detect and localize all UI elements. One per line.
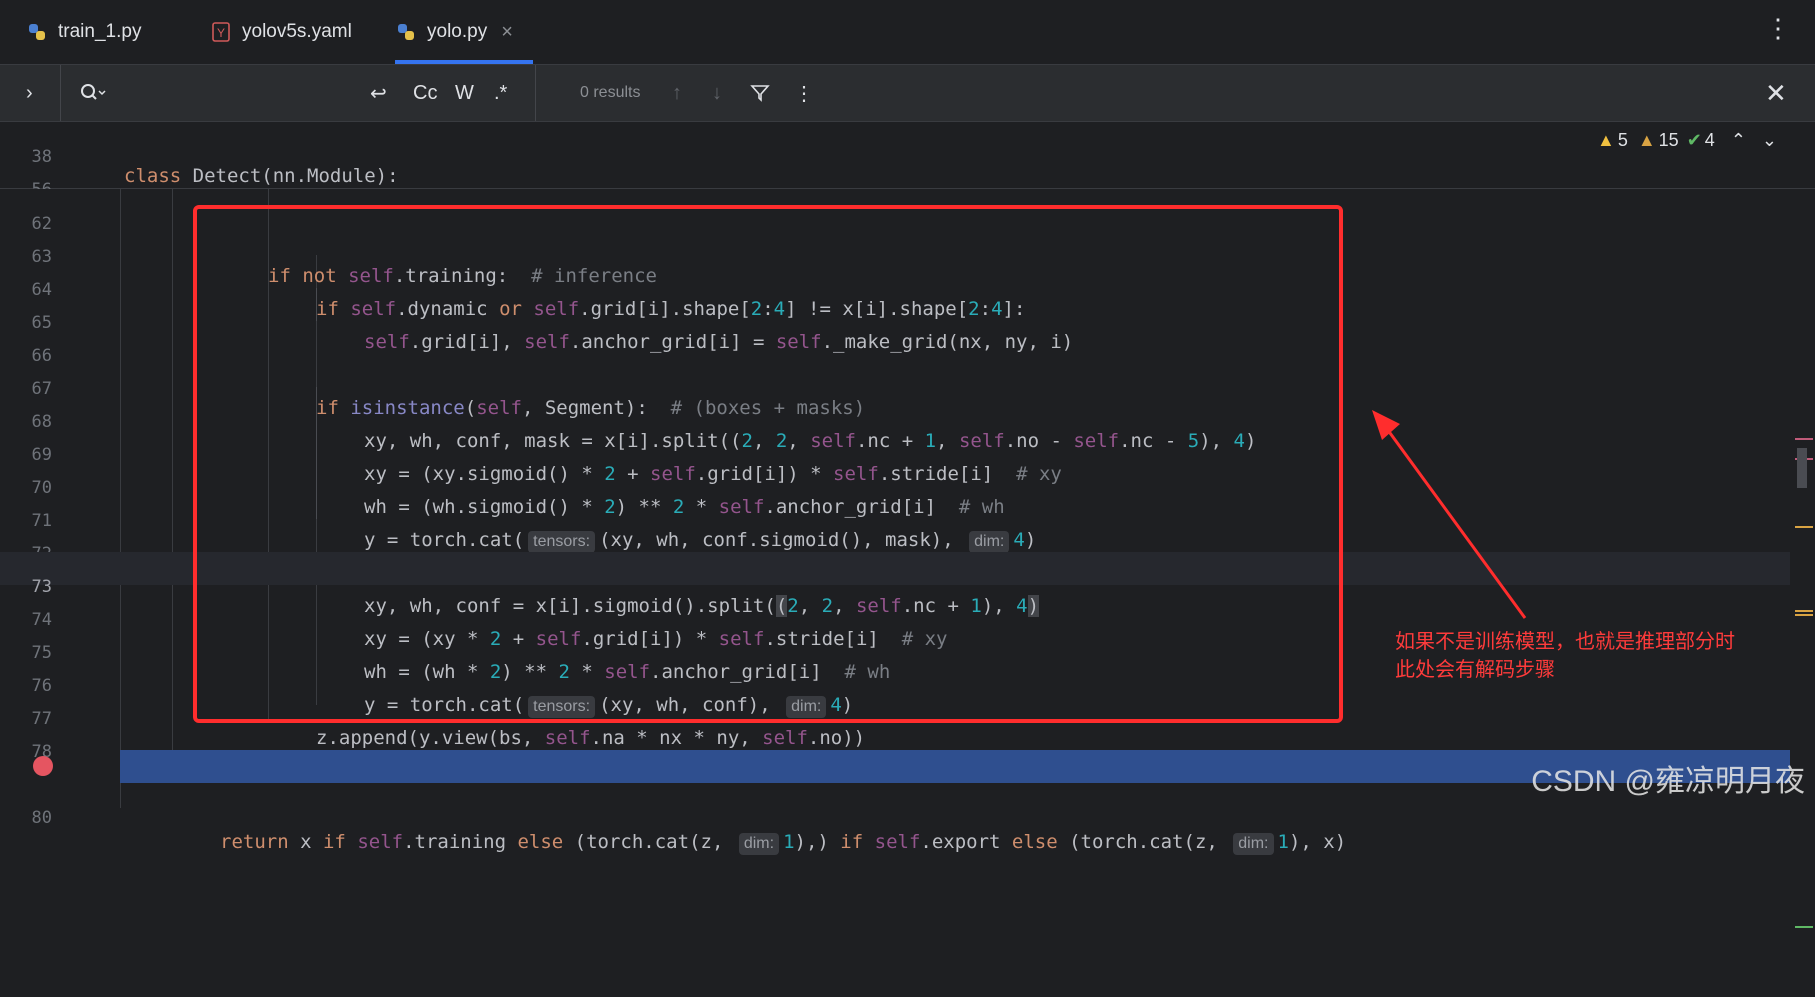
annotation-line-2: 此处会有解码步骤 xyxy=(1395,659,1555,681)
results-count: 0 results xyxy=(580,84,641,101)
tab-label: yolo.py xyxy=(427,21,488,42)
line-number: 80 xyxy=(31,808,52,828)
newline-icon[interactable]: ↩ xyxy=(370,65,387,121)
annotation-arrow xyxy=(1372,410,1527,619)
chevron-down-icon[interactable]: ⌄ xyxy=(1762,130,1777,151)
warning-icon: ▲ xyxy=(1597,130,1615,150)
breakpoint-icon[interactable] xyxy=(33,756,53,776)
svg-text:Y: Y xyxy=(217,26,225,40)
ok-count: 4 xyxy=(1704,130,1715,150)
code-line[interactable]: 80 xyxy=(0,783,1790,828)
weak-warning-icon: ▲ xyxy=(1637,130,1656,150)
chevron-up-icon[interactable]: ⌃ xyxy=(1731,130,1746,151)
python-icon xyxy=(395,21,417,43)
code-text: return x if self.training else (torch.ca… xyxy=(220,831,1347,855)
check-icon: ✔ xyxy=(1686,130,1702,150)
tab-yolov5s-yaml[interactable]: Y yolov5s.yaml xyxy=(210,0,352,64)
tab-label: train_1.py xyxy=(58,21,142,42)
sticky-line[interactable]: 56 def forward(self, x): self: Detect(\n… xyxy=(0,155,1815,220)
python-icon xyxy=(26,21,48,43)
yaml-icon: Y xyxy=(210,21,232,43)
sticky-header: 38 class Detect(nn.Module): 56 def forwa… xyxy=(0,122,1815,220)
search-input[interactable] xyxy=(120,65,360,121)
annotation-line-1: 如果不是训练模型，也就是推理部分时 xyxy=(1395,631,1735,653)
annotation-box xyxy=(193,205,1343,723)
filter-icon[interactable] xyxy=(750,65,770,121)
watermark: CSDN @雍凉明月夜 xyxy=(1531,765,1805,798)
words-button[interactable]: W xyxy=(455,65,474,121)
close-icon[interactable]: × xyxy=(501,21,513,44)
regex-button[interactable]: .* xyxy=(494,65,507,121)
annotation-text: 如果不是训练模型，也就是推理部分时 此处会有解码步骤 xyxy=(1395,628,1735,684)
error-stripe[interactable] xyxy=(1791,378,1815,997)
tab-train-1[interactable]: train_1.py xyxy=(26,0,141,64)
close-icon[interactable]: ✕ xyxy=(1765,65,1787,121)
more-options-icon[interactable]: ⋮ xyxy=(794,65,814,121)
search-history-icon[interactable] xyxy=(80,65,106,121)
previous-occurrence-icon[interactable]: ↑ xyxy=(672,65,682,121)
weak-warning-count: 15 xyxy=(1658,130,1679,150)
expand-replace-icon[interactable]: › xyxy=(26,65,33,121)
inspection-widget[interactable]: ▲ 5 ▲ 15 ✔ 4 ⌃ ⌄ xyxy=(1597,130,1777,151)
match-case-button[interactable]: Cc xyxy=(413,65,437,121)
code-line[interactable]: return x if self.training else (torch.ca… xyxy=(0,750,1790,855)
warning-count: 5 xyxy=(1617,130,1628,150)
tab-label: yolov5s.yaml xyxy=(242,21,352,42)
next-occurrence-icon[interactable]: ↓ xyxy=(712,65,722,121)
tab-bar: train_1.py Y yolov5s.yaml yolo.py × ⋮ xyxy=(0,0,1815,65)
sticky-line[interactable]: 38 class Detect(nn.Module): xyxy=(0,122,1815,187)
more-options-icon[interactable]: ⋮ xyxy=(1765,15,1791,41)
tab-yolo-py[interactable]: yolo.py × xyxy=(395,0,533,64)
find-bar: › ↩ Cc W .* 0 results ↑ ↓ ⋮ ✕ xyxy=(0,65,1815,122)
